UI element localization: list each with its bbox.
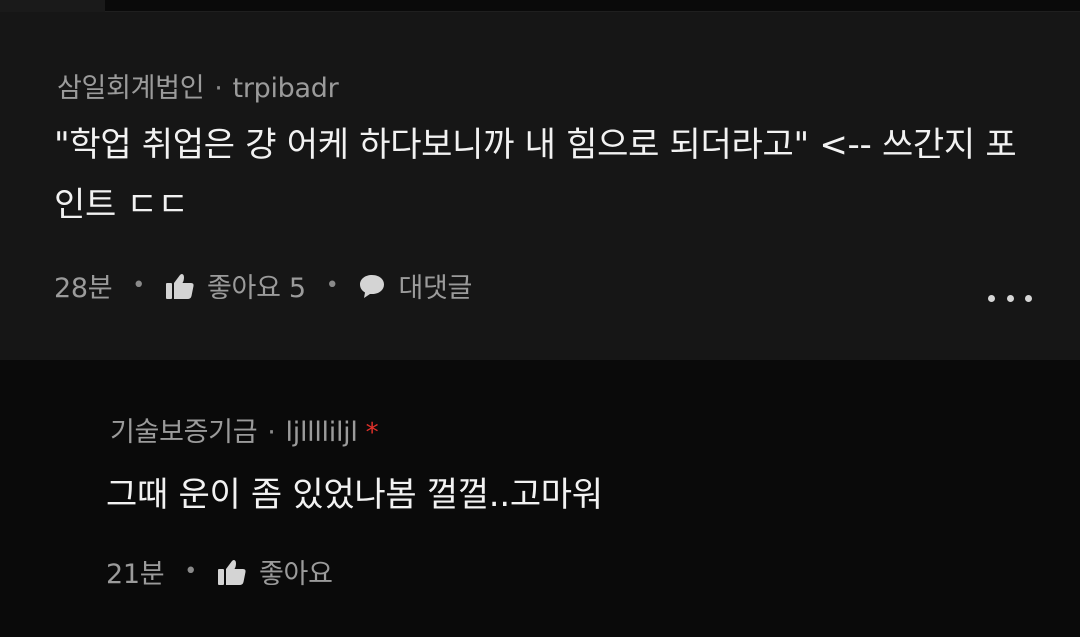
speech-bubble-icon xyxy=(360,274,385,298)
reply-card: 기술보증기금 · ljlllliljl * 그때 운이 좀 있었나봄 껄껄..고마워 … xyxy=(0,360,1080,637)
reply-author[interactable]: 기술보증기금 xyxy=(110,417,258,448)
top-strip xyxy=(0,0,1080,12)
reply-meta: 기술보증기금 · ljlllliljl * xyxy=(110,410,379,449)
thumbs-up-icon xyxy=(165,273,194,299)
comment-author[interactable]: 삼일회계법인 xyxy=(57,73,205,104)
tab-indicator xyxy=(0,0,105,12)
reply-button[interactable]: 대댓글 xyxy=(358,266,472,305)
reply-actions: 21분 • 좋아요 xyxy=(106,552,333,591)
like-label: 좋아요 5 xyxy=(206,273,306,304)
author-badge: * xyxy=(365,418,379,448)
comment-actions: 28분 • 좋아요 5 • 대댓글 xyxy=(54,266,472,305)
action-separator: • xyxy=(132,273,145,298)
comment-meta: 삼일회계법인 · trpibadr xyxy=(57,66,339,105)
meta-separator: · xyxy=(267,417,276,448)
reply-label: 대댓글 xyxy=(398,273,473,304)
like-button[interactable]: 좋아요 xyxy=(217,552,333,591)
like-button[interactable]: 좋아요 5 xyxy=(165,266,306,305)
action-separator: • xyxy=(184,559,197,584)
comment-body: "학업 취업은 걍 어케 하다보니까 내 힘으로 되더라고" <-- 쓰간지 포… xyxy=(54,125,1017,225)
comment-handle: trpibadr xyxy=(232,73,339,104)
meta-separator: · xyxy=(214,73,223,104)
comment-time: 28분 xyxy=(54,273,113,304)
like-label: 좋아요 xyxy=(258,559,333,590)
comment-card: 삼일회계법인 · trpibadr "학업 취업은 걍 어케 하다보니까 내 힘으로… xyxy=(0,12,1080,360)
more-dots-icon xyxy=(988,294,995,302)
thumbs-up-icon xyxy=(217,559,246,585)
reply-body: 그때 운이 좀 있었나봄 껄껄..고마워 xyxy=(106,475,603,515)
more-options-button[interactable] xyxy=(988,291,1032,305)
reply-handle: ljlllliljl xyxy=(285,417,358,448)
action-separator: • xyxy=(325,273,339,298)
reply-time: 21분 xyxy=(106,559,165,590)
